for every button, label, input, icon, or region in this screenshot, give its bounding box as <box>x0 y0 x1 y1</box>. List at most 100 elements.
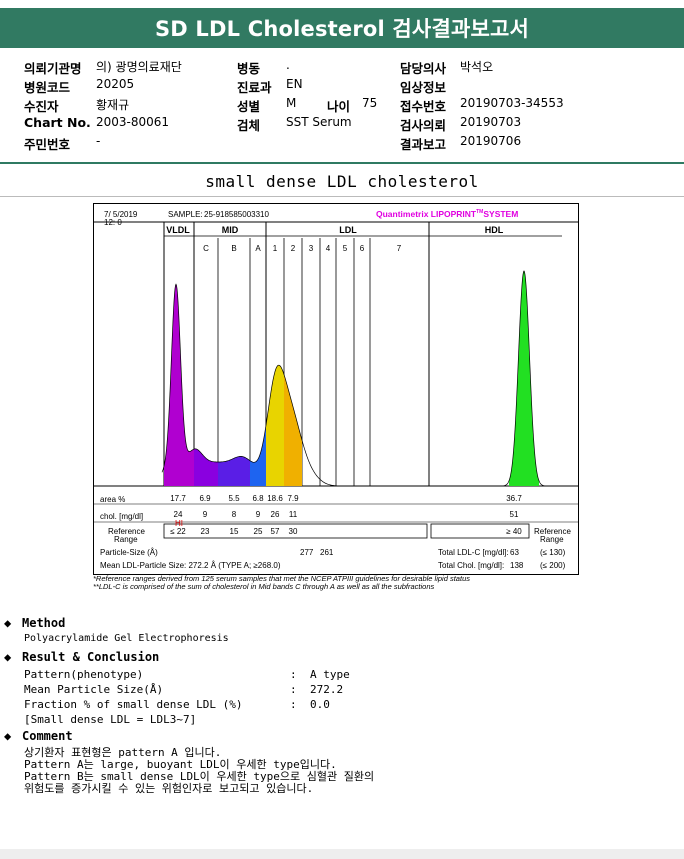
electrophoresis-chart: VLDL MID LDL HDLC B A 1 2 3 4 5 6 717.7 6.9 5.5 6.8 18.6… <box>94 221 578 539</box>
mid-b-area <box>218 456 250 486</box>
ward-value: . <box>286 58 290 72</box>
band-label-6: 6 <box>360 244 365 253</box>
band-label-c: C <box>203 244 209 253</box>
page-bottom-bar <box>0 849 684 859</box>
band-label-2: 2 <box>291 244 296 253</box>
patient-value: 황재규 <box>96 98 130 112</box>
diamond-bullet-icon: ◆ <box>4 650 12 664</box>
code-label: 병원코드 <box>24 80 71 95</box>
group-label-mid: MID <box>222 225 239 235</box>
total-ldl-label: Total LDL-C [mg/dl]: <box>438 548 509 557</box>
id-label: 주민번호 <box>24 137 71 152</box>
result-value-fraction: 0.0 <box>310 698 330 711</box>
comment-heading: Comment <box>22 729 73 743</box>
subtitle-divider <box>0 196 684 197</box>
section-subtitle: small dense LDL cholesterol <box>205 172 479 191</box>
clinical-label: 임상정보 <box>400 80 447 95</box>
area-value: 17.7 <box>170 494 186 503</box>
ref-value: 25 <box>254 527 263 536</box>
area-value: 7.9 <box>287 494 299 503</box>
chol-value: 24 <box>174 510 183 519</box>
chart-label: Chart No. <box>24 115 91 130</box>
area-value: 5.5 <box>228 494 240 503</box>
result-sep-fraction: : <box>290 698 297 711</box>
total-chol-value: 138 <box>510 561 524 570</box>
dept-label: 진료과 <box>237 80 272 95</box>
footnote-2: **LDL-C is comprised of the sum of chole… <box>93 582 435 591</box>
band-label-a: A <box>255 244 261 253</box>
result-heading: Result & Conclusion <box>22 650 160 664</box>
result-label-fraction: Fraction % of small dense LDL (%) <box>24 698 243 711</box>
receipt-value: 20190703-34553 <box>460 96 564 110</box>
band-label-7: 7 <box>397 244 402 253</box>
result-value-pattern: A type <box>310 668 350 681</box>
ref-value: ≤ 22 <box>170 527 186 536</box>
band-label-4: 4 <box>326 244 331 253</box>
specimen-label: 검체 <box>237 118 261 133</box>
age-label: 나이 <box>327 99 351 114</box>
code-value: 20205 <box>96 77 135 91</box>
result-note: [Small dense LDL = LDL3~7] <box>24 713 197 726</box>
sex-label: 성별 <box>237 99 261 114</box>
mid-c-area <box>194 448 218 486</box>
density-curve <box>161 270 564 487</box>
report-title: SD LDL Cholesterol 검사결과보고서 <box>0 8 684 48</box>
particle-size-label: Particle-Size (Å) <box>100 548 158 557</box>
chol-value: 9 <box>256 510 261 519</box>
chol-value: 9 <box>203 510 208 519</box>
specimen-value: SST Serum <box>286 115 352 129</box>
doctor-label: 담당의사 <box>400 61 447 76</box>
comment-line-4: 위험도를 증가시킬 수 있는 위험인자로 보고되고 있습니다. <box>24 782 314 795</box>
area-value: 6.8 <box>252 494 264 503</box>
patient-label: 수진자 <box>24 99 59 114</box>
mean-size: Mean LDL-Particle Size: 272.2 Å (TYPE A;… <box>100 561 281 570</box>
patient-info: 의뢰기관명 의) 광명의료재단 병원코드 20205 수진자 황재규 Chart… <box>0 54 684 154</box>
request-value: 20190703 <box>460 115 522 129</box>
ref-value: 57 <box>271 527 280 536</box>
chol-value: 26 <box>271 510 280 519</box>
band-label-1: 1 <box>273 244 278 253</box>
chol-value: 8 <box>232 510 237 519</box>
result-sep-pattern: : <box>290 668 297 681</box>
lipoprint-report: 7/ 5/2019 12: 0 SAMPLE: 25-918585003310 … <box>93 203 579 575</box>
band-label-3: 3 <box>309 244 314 253</box>
report-date-value: 20190706 <box>460 134 522 148</box>
header-divider <box>0 162 684 164</box>
result-value-size: 272.2 <box>310 683 344 696</box>
ref-row-label-2: Range <box>114 535 138 544</box>
report-date-label: 결과보고 <box>400 137 447 152</box>
ward-label: 병동 <box>237 61 261 76</box>
chol-row-label: chol. [mg/dl] <box>100 512 144 521</box>
hospital-label: 의뢰기관명 <box>24 61 82 76</box>
sex-value: M <box>286 96 297 110</box>
ref-right-label-2: Range <box>540 535 564 544</box>
request-label: 검사의뢰 <box>400 118 447 133</box>
chol-value: 51 <box>510 510 519 519</box>
result-label-pattern: Pattern(phenotype) <box>24 668 144 681</box>
doctor-value: 박석오 <box>460 60 494 74</box>
age-value: 75 <box>362 96 378 110</box>
hospital-value: 의) 광명의료재단 <box>96 60 182 74</box>
result-sep-size: : <box>290 683 297 696</box>
ref-value: 23 <box>201 527 210 536</box>
ref-value: 15 <box>230 527 239 536</box>
chart-value: 2003-80061 <box>96 115 170 129</box>
ldl1-area <box>266 365 284 486</box>
area-value: 18.6 <box>267 494 283 503</box>
band-label-b: B <box>231 244 236 253</box>
ref-value: 30 <box>289 527 298 536</box>
total-chol-label: Total Chol. [mg/dl]: <box>438 561 505 570</box>
group-label-hdl: HDL <box>485 225 504 235</box>
area-row-label: area % <box>100 495 126 504</box>
band-label-5: 5 <box>343 244 348 253</box>
result-label-size: Mean Particle Size(Å) <box>24 683 164 696</box>
particle-size-2: 261 <box>320 548 334 557</box>
total-chol-ref: (≤ 200) <box>540 561 566 570</box>
particle-size-1: 277 <box>300 548 314 557</box>
group-label-vldl: VLDL <box>166 225 190 235</box>
diamond-bullet-icon: ◆ <box>4 729 12 743</box>
area-value: 6.9 <box>199 494 211 503</box>
total-ldl-ref: (≤ 130) <box>540 548 566 557</box>
group-label-ldl: LDL <box>339 225 357 235</box>
receipt-label: 접수번호 <box>400 99 447 114</box>
